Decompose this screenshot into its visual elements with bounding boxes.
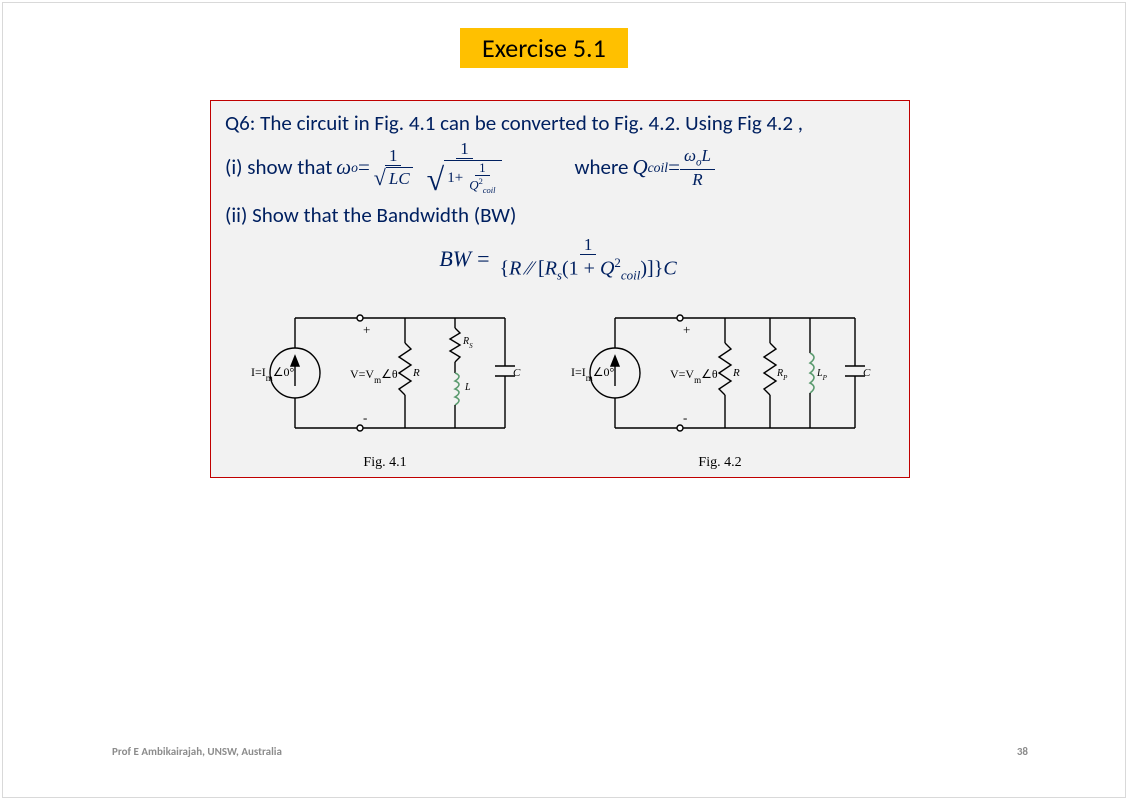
coil-sub: coil	[483, 185, 496, 195]
eq3: =	[477, 246, 489, 272]
eq2: =	[668, 153, 680, 182]
omega-o: ωo = 1 √ LC 1 √	[336, 140, 506, 194]
sqrt-LC: √ LC	[374, 167, 413, 189]
part-ii-label: (ii) Show that the Bandwidth (BW)	[225, 201, 895, 230]
frac-1-over-sqrtLC: 1 √ LC	[370, 147, 417, 189]
Q-sym: Q	[469, 178, 478, 193]
fig42-caption: Fig. 4.2	[565, 455, 875, 471]
sqrt-big: √ 1+ 1 Q2coil	[427, 160, 503, 194]
svg-text:L: L	[464, 382, 471, 393]
omega-sym2: ω	[684, 146, 696, 165]
where-label: where	[574, 153, 628, 182]
svg-text:+: +	[683, 322, 690, 337]
frac-woL-over-R: ωoL R	[680, 147, 715, 188]
den-sqrtLC: √ LC	[370, 166, 417, 189]
svg-text:I=Im∠0°: I=Im∠0°	[571, 365, 615, 383]
question-box: Q6: The circuit in Fig. 4.1 can be conve…	[210, 100, 910, 478]
svg-text:R: R	[732, 367, 740, 379]
Q-sym2: Q	[632, 153, 647, 182]
fig41-wrap: I=Im∠0° + V=Vm∠θ - R RS L C Fig. 4.1	[245, 288, 525, 471]
coil-sub3: coil	[621, 268, 641, 283]
fig41-circuit: I=Im∠0° + V=Vm∠θ - R RS L C	[245, 288, 525, 448]
den-sqrt-big: √ 1+ 1 Q2coil	[423, 159, 507, 194]
page-number: 38	[1017, 745, 1028, 758]
num-1a: 1	[385, 147, 402, 166]
svg-text:+: +	[363, 322, 370, 337]
radical-icon: √	[427, 163, 445, 195]
C-sym: C	[663, 258, 676, 280]
sqrt-content: 1+ 1 Q2coil	[444, 160, 502, 194]
figures-row: I=Im∠0° + V=Vm∠θ - R RS L C Fig. 4.1	[225, 288, 895, 471]
bw-num: 1	[580, 236, 597, 255]
svg-text:V=Vm∠θ: V=Vm∠θ	[670, 367, 718, 385]
part-i-row: (i) show that ωo = 1 √ LC 1	[225, 140, 895, 194]
omega-sub: o	[351, 158, 358, 177]
coil-sub2: coil	[648, 158, 668, 177]
exercise-title: Exercise 5.1	[460, 28, 628, 68]
Q2coil-den: Q2coil	[465, 176, 499, 194]
radical-icon: √	[374, 167, 386, 189]
frac-1-over-sqrt-1plus: 1 √ 1+ 1 Q2coil	[423, 140, 507, 194]
L-sym: L	[701, 146, 710, 165]
bw-frac: 1 {R ∕∕ [Rs(1 + Q2coil)]}C	[496, 236, 681, 282]
footer-author: Prof E Ambikairajah, UNSW, Australia	[112, 745, 282, 758]
part-i-label: (i) show that	[225, 153, 332, 182]
num-woL: ωoL	[680, 147, 715, 170]
fig42-wrap: I=Im∠0° + V=Vm∠θ - R RP LP C Fig. 4.2	[565, 288, 875, 471]
bw-equation: BW = 1 {R ∕∕ [Rs(1 + Q2coil)]}C	[225, 236, 895, 282]
eq1: =	[358, 153, 370, 182]
BW-sym: BW	[439, 246, 471, 272]
Rs-sym: R	[545, 258, 557, 280]
svg-text:RP: RP	[776, 368, 788, 382]
frac-1-over-Q2coil: 1 Q2coil	[465, 161, 499, 194]
svg-text:I=Im∠0°: I=Im∠0°	[251, 365, 295, 383]
Qcoil-def: Qcoil = ωoL R	[632, 147, 715, 188]
svg-text:LP: LP	[816, 368, 828, 382]
bw-den: {R ∕∕ [Rs(1 + Q2coil)]}C	[496, 255, 681, 282]
svg-text:C: C	[863, 367, 871, 379]
svg-text:-: -	[363, 410, 367, 425]
LC-text: LC	[386, 167, 413, 189]
question-text: Q6: The circuit in Fig. 4.1 can be conve…	[225, 109, 895, 138]
fig42-circuit: I=Im∠0° + V=Vm∠θ - R RP LP C	[565, 288, 875, 448]
R-sym2: R	[509, 258, 521, 280]
R-den: R	[688, 170, 706, 188]
svg-text:C: C	[513, 367, 521, 379]
svg-text:V=Vm∠θ: V=Vm∠θ	[350, 367, 398, 385]
num-1c: 1	[475, 161, 490, 176]
fig41-caption: Fig. 4.1	[245, 455, 525, 471]
s-sub: s	[557, 268, 562, 283]
omega-sym: ω	[336, 153, 351, 182]
svg-text:-: -	[683, 410, 687, 425]
svg-text:R: R	[412, 367, 420, 379]
Q-sym3: Q	[600, 258, 614, 280]
num-1b: 1	[456, 140, 473, 159]
svg-text:RS: RS	[462, 336, 473, 350]
